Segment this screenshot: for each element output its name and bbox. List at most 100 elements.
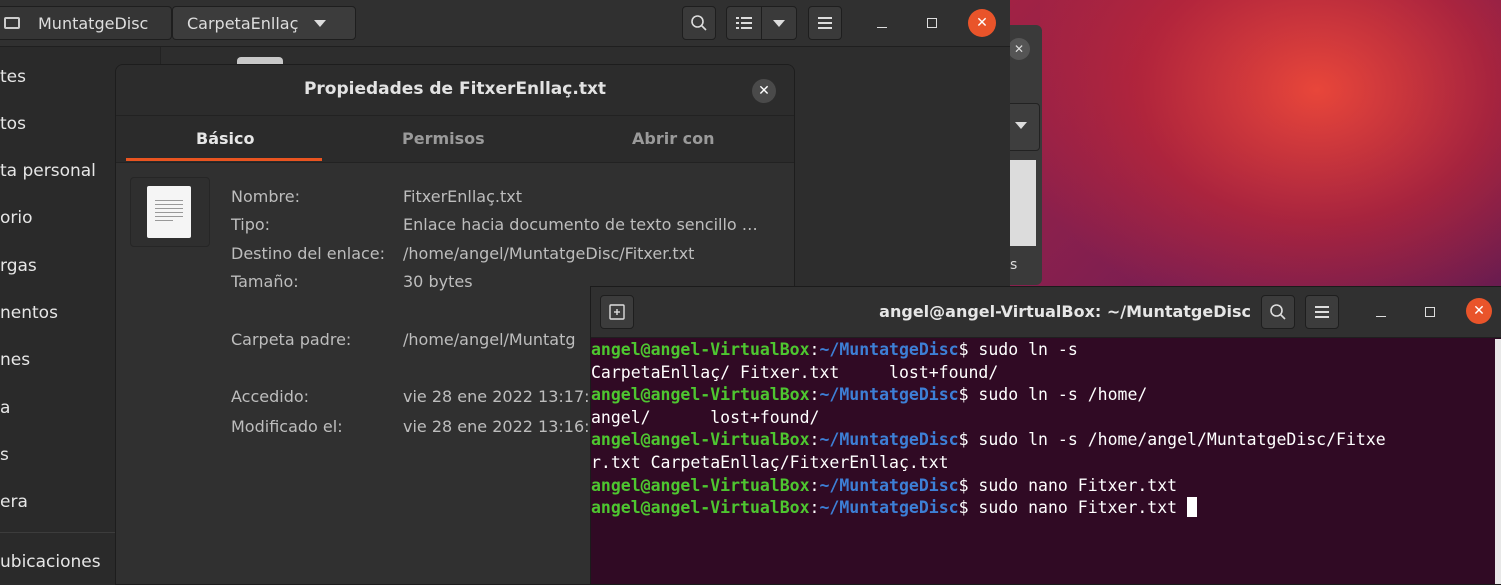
- prompt-command: $ sudo ln -s /home/: [958, 385, 1148, 405]
- terminal-output-line: angel/ lost+found/: [591, 407, 820, 427]
- sidebar-item-other-locations[interactable]: ubicaciones: [0, 552, 101, 572]
- dialog-title: Propiedades de FitxerEnllaç.txt: [303, 79, 607, 99]
- label-modificado: Modificado el:: [231, 417, 343, 436]
- new-tab-icon: [609, 304, 625, 320]
- close-icon: ✕: [758, 83, 770, 99]
- sidebar-item[interactable]: s: [0, 445, 9, 465]
- sidebar-item[interactable]: nes: [0, 350, 30, 370]
- maximize-icon: [927, 18, 937, 28]
- label-accedido: Accedido:: [231, 387, 310, 406]
- breadcrumb-muntatgedisc[interactable]: MuntatgeDisc: [0, 6, 172, 40]
- list-view-icon: [736, 17, 752, 29]
- prompt-user: angel@angel-VirtualBox: [591, 340, 810, 359]
- value-accedido[interactable]: vie 28 ene 2022 13:17:0: [403, 387, 600, 406]
- terminal-output-line: r.txt CarpetaEnllaç/FitxerEnllaç.txt: [591, 452, 949, 472]
- terminal-prompt-line: angel@angel-VirtualBox:~/MuntatgeDisc$ s…: [591, 430, 1386, 450]
- tab-bar: Básico Permisos Abrir con: [116, 116, 794, 163]
- hamburger-icon: [1315, 306, 1329, 318]
- prompt-user: angel@angel-VirtualBox: [591, 475, 810, 495]
- breadcrumb-label: MuntatgeDisc: [38, 13, 149, 33]
- value-carpeta-padre[interactable]: /home/angel/Muntatg: [403, 330, 576, 349]
- prompt-path: ~/MuntatgeDisc: [819, 340, 959, 359]
- dialog-close-button[interactable]: ✕: [752, 79, 776, 103]
- prompt-path: ~/MuntatgeDisc: [819, 498, 959, 518]
- terminal-minimize-button[interactable]: [1367, 298, 1395, 326]
- label-destino: Destino del enlace:: [231, 244, 386, 263]
- close-icon[interactable]: ✕: [1008, 38, 1030, 60]
- terminal-window: angel@angel-VirtualBox: ~/MuntatgeDisc ✕…: [590, 286, 1501, 585]
- minimize-icon: [1376, 315, 1386, 317]
- label-carpeta-padre: Carpeta padre:: [231, 330, 352, 349]
- menu-button[interactable]: [808, 6, 842, 40]
- terminal-title: angel@angel-VirtualBox: ~/MuntatgeDisc: [879, 302, 1251, 321]
- terminal-prompt-line: angel@angel-VirtualBox:~/MuntatgeDisc$ s…: [591, 385, 1148, 405]
- label-tamano: Tamaño:: [231, 272, 299, 291]
- search-button[interactable]: [682, 6, 716, 40]
- value-tamano[interactable]: 30 bytes: [403, 272, 473, 291]
- chevron-down-icon: [314, 19, 327, 27]
- sidebar-item[interactable]: tes: [0, 67, 26, 87]
- file-icon-button[interactable]: [130, 177, 210, 247]
- label-tipo: Tipo:: [231, 215, 271, 234]
- tab-permisos[interactable]: Permisos: [402, 129, 485, 148]
- breadcrumb-carpetaenllac[interactable]: CarpetaEnllaç: [172, 6, 356, 40]
- terminal-scrollbar[interactable]: [1495, 339, 1501, 584]
- prompt-user: angel@angel-VirtualBox: [591, 385, 810, 405]
- close-icon: ✕: [1473, 303, 1485, 319]
- sidebar-item[interactable]: orio: [0, 208, 33, 228]
- close-button[interactable]: ✕: [968, 9, 996, 37]
- prompt-path: ~/MuntatgeDisc: [819, 385, 959, 405]
- files-headerbar: MuntatgeDisc CarpetaEnllaç ✕: [0, 0, 1010, 47]
- terminal-maximize-button[interactable]: [1416, 298, 1444, 326]
- search-icon: [691, 15, 707, 31]
- prompt-command: $ sudo ln -s /home/angel/MuntatgeDisc/Fi…: [958, 430, 1386, 450]
- view-list-button[interactable]: [726, 6, 762, 40]
- partial-text: s: [1010, 257, 1018, 273]
- terminal-headerbar: angel@angel-VirtualBox: ~/MuntatgeDisc ✕: [591, 287, 1501, 338]
- value-destino[interactable]: /home/angel/MuntatgeDisc/Fitxer.txt: [403, 244, 694, 263]
- view-options-button[interactable]: [761, 6, 797, 40]
- maximize-button[interactable]: [918, 9, 946, 37]
- terminal-close-button[interactable]: ✕: [1466, 298, 1492, 324]
- prompt-path: ~/MuntatgeDisc: [819, 430, 959, 450]
- sidebar-item[interactable]: nentos: [0, 303, 58, 323]
- maximize-icon: [1425, 307, 1435, 317]
- terminal-search-button[interactable]: [1261, 295, 1295, 329]
- terminal-cursor: [1187, 497, 1198, 518]
- terminal-menu-button[interactable]: [1305, 295, 1339, 329]
- value-tipo[interactable]: Enlace hacia documento de texto sencillo…: [403, 215, 758, 234]
- terminal-prompt-line: angel@angel-VirtualBox:~/MuntatgeDisc$ s…: [591, 340, 1078, 359]
- sidebar-item[interactable]: tos: [0, 114, 26, 134]
- tab-basico[interactable]: Básico: [196, 129, 254, 148]
- prompt-command: $ sudo nano Fitxer.txt: [958, 475, 1178, 495]
- search-icon: [1270, 304, 1286, 320]
- tab-abrir-con[interactable]: Abrir con: [632, 129, 715, 148]
- sidebar-item[interactable]: a: [0, 398, 10, 418]
- prompt-user: angel@angel-VirtualBox: [591, 430, 810, 450]
- terminal-output[interactable]: angel@angel-VirtualBox:~/MuntatgeDisc$ s…: [591, 339, 1496, 584]
- minimize-button[interactable]: [868, 9, 896, 37]
- drive-icon: [4, 17, 20, 29]
- sidebar-item[interactable]: rgas: [0, 256, 37, 276]
- text-file-icon: [147, 186, 191, 238]
- terminal-prompt-line: angel@angel-VirtualBox:~/MuntatgeDisc$ s…: [591, 497, 1496, 520]
- minimize-icon: [877, 26, 887, 28]
- close-icon: ✕: [976, 15, 988, 31]
- hamburger-icon: [818, 17, 832, 29]
- dialog-titlebar: Propiedades de FitxerEnllaç.txt ✕: [116, 65, 794, 116]
- terminal-output-line: CarpetaEnllaç/ Fitxer.txt lost+found/: [591, 362, 999, 382]
- prompt-user: angel@angel-VirtualBox: [591, 498, 810, 518]
- terminal-prompt-line: angel@angel-VirtualBox:~/MuntatgeDisc$ s…: [591, 475, 1178, 495]
- label-nombre: Nombre:: [231, 187, 300, 206]
- chevron-down-icon: [773, 19, 785, 27]
- value-modificado[interactable]: vie 28 ene 2022 13:16:5: [403, 417, 600, 436]
- sidebar-item[interactable]: ta personal: [0, 161, 96, 181]
- prompt-path: ~/MuntatgeDisc: [819, 475, 959, 495]
- value-nombre[interactable]: FitxerEnllaç.txt: [403, 187, 522, 206]
- prompt-command: $ sudo ln -s: [958, 340, 1078, 359]
- new-tab-button[interactable]: [600, 295, 634, 329]
- active-tab-indicator: [126, 158, 322, 161]
- prompt-command: $ sudo nano Fitxer.txt: [958, 498, 1188, 518]
- breadcrumb-label: CarpetaEnllaç: [187, 13, 299, 33]
- sidebar-item[interactable]: era: [0, 492, 28, 512]
